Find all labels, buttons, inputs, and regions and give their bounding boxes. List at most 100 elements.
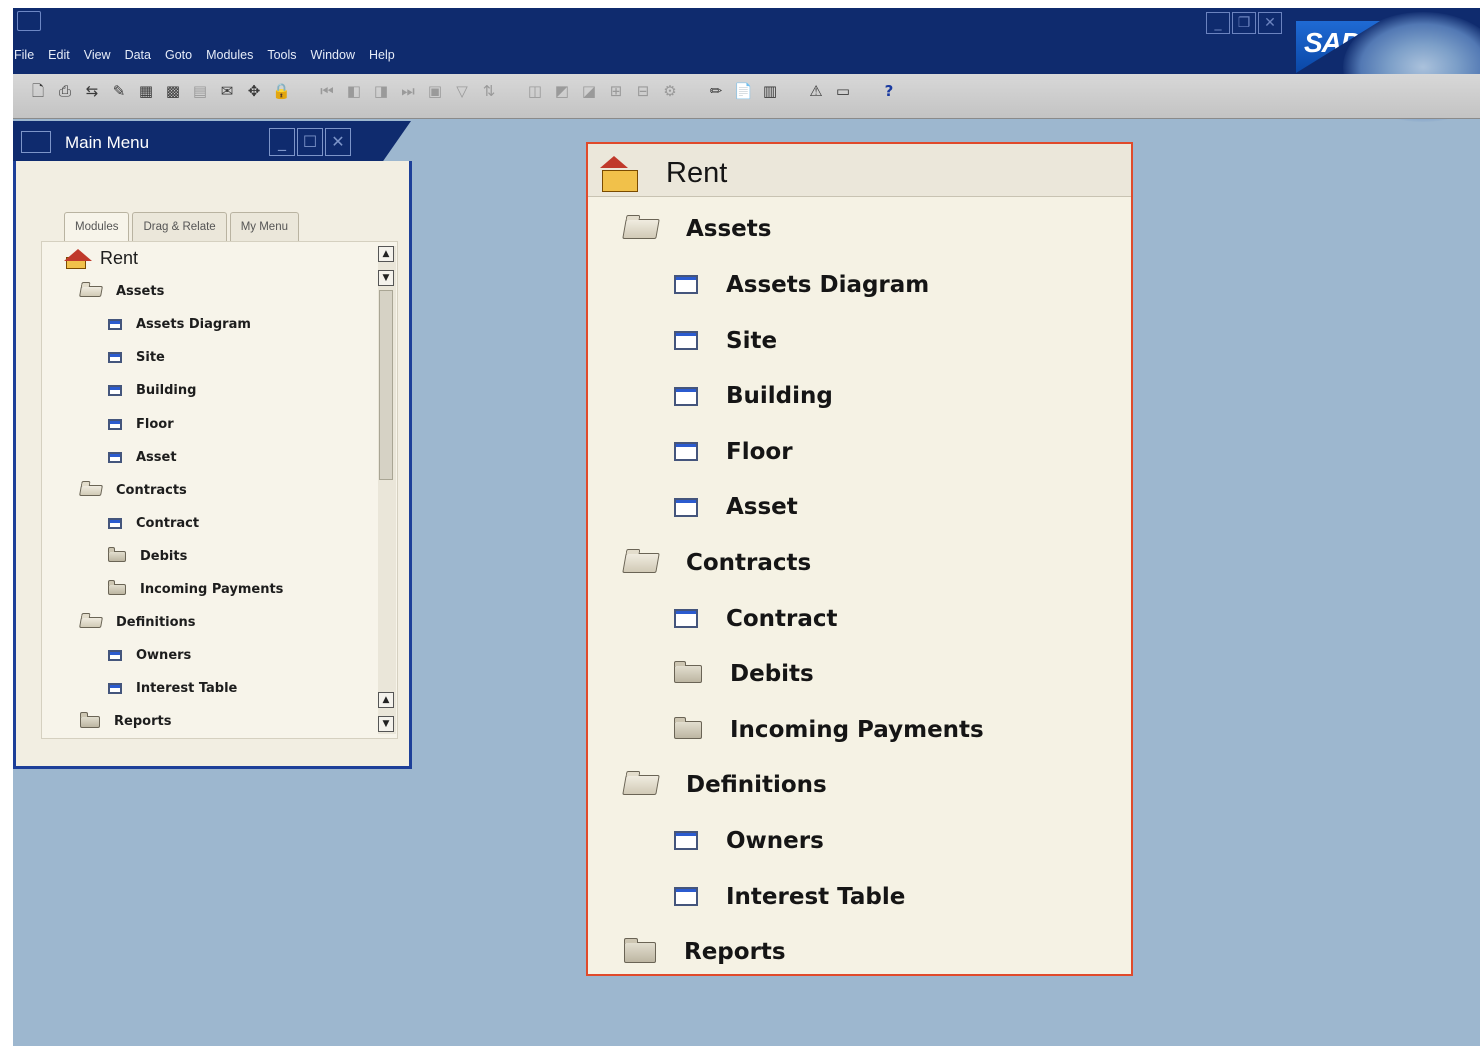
maximize-icon[interactable]: ☐: [297, 128, 323, 156]
tree-item-reports[interactable]: Reports: [80, 705, 171, 738]
tree-item-incoming-payments[interactable]: Incoming Payments: [108, 573, 283, 606]
tree-item-assets-diagram[interactable]: Assets Diagram: [108, 308, 251, 341]
tree-item-label: Contracts: [116, 482, 187, 498]
tree-item-owners[interactable]: Owners: [674, 813, 824, 869]
tree-item-site[interactable]: Site: [108, 341, 165, 374]
scroll-down-icon[interactable]: ▼: [378, 716, 394, 732]
tree-item-label: Rent: [100, 248, 139, 269]
title-bar: File Edit View Data Goto Modules Tools W…: [13, 8, 1480, 122]
edit-icon[interactable]: ✏: [707, 82, 725, 100]
word-icon[interactable]: ▤: [191, 82, 209, 100]
tree-item-label: Asset: [136, 449, 177, 465]
tree-item-contract[interactable]: Contract: [674, 591, 838, 647]
tree-item-reports[interactable]: Reports: [624, 924, 786, 980]
print-icon[interactable]: ⎙: [56, 82, 74, 100]
menu-help[interactable]: Help: [368, 48, 396, 70]
tab-drag-relate[interactable]: Drag & Relate: [132, 212, 227, 241]
form-icon: [108, 319, 122, 331]
find-icon[interactable]: ▣: [426, 82, 444, 100]
message-icon[interactable]: ▭: [834, 82, 852, 100]
menu-modules[interactable]: Modules: [205, 48, 254, 70]
attach-icon[interactable]: ✎: [110, 82, 128, 100]
tree-item-assets[interactable]: Assets: [79, 275, 165, 308]
menu-file[interactable]: File: [13, 48, 35, 70]
tree-item-site[interactable]: Site: [674, 313, 777, 369]
layout-icon[interactable]: ▥: [761, 82, 779, 100]
gross-profit-icon[interactable]: ◫: [526, 82, 544, 100]
main-menu-title-bar[interactable]: Main Menu _ ☐ ✕: [13, 121, 411, 161]
minimize-icon[interactable]: _: [269, 128, 295, 156]
toolbar-gap: [861, 82, 871, 100]
tree-item-rent[interactable]: Rent: [600, 146, 727, 202]
scroll-up-icon[interactable]: ▲: [378, 246, 394, 262]
tree-item-rent[interactable]: Rent: [64, 242, 139, 275]
preview-icon[interactable]: 🗋: [29, 82, 47, 100]
tree-item-assets[interactable]: Assets: [622, 202, 771, 258]
tree-item-floor[interactable]: Floor: [108, 408, 174, 441]
tree-item-building[interactable]: Building: [674, 368, 833, 424]
menu-data[interactable]: Data: [124, 48, 152, 70]
close-icon[interactable]: ✕: [325, 128, 351, 156]
connect-icon[interactable]: ⇆: [83, 82, 101, 100]
open-folder-icon: [79, 484, 103, 496]
tree-item-building[interactable]: Building: [108, 374, 196, 407]
open-folder-icon: [79, 286, 103, 298]
tree-item-debits[interactable]: Debits: [108, 540, 187, 573]
tree-item-asset[interactable]: Asset: [108, 441, 177, 474]
prev-record-icon[interactable]: ◧: [345, 82, 363, 100]
tree-item-definitions[interactable]: Definitions: [79, 606, 196, 639]
next-record-icon[interactable]: ◨: [372, 82, 390, 100]
menu-edit[interactable]: Edit: [47, 48, 71, 70]
tree-item-owners[interactable]: Owners: [108, 639, 191, 672]
excel-icon[interactable]: ▩: [164, 82, 182, 100]
tree-item-debits[interactable]: Debits: [674, 646, 814, 702]
report-icon[interactable]: 📄: [734, 82, 753, 100]
alert-icon[interactable]: ⚠: [807, 82, 825, 100]
app-icon[interactable]: [17, 11, 41, 31]
scroll-up-icon[interactable]: ▲: [378, 692, 394, 708]
tab-my-menu[interactable]: My Menu: [229, 212, 299, 241]
menu-tools[interactable]: Tools: [266, 48, 297, 70]
tree-item-floor[interactable]: Floor: [674, 424, 793, 480]
tree-item-interest-table[interactable]: Interest Table: [674, 869, 905, 925]
restore-icon[interactable]: ❐: [1232, 12, 1256, 34]
sort-icon[interactable]: ⇅: [480, 82, 498, 100]
first-record-icon[interactable]: ⏮: [318, 82, 336, 100]
last-record-icon[interactable]: ⏭: [399, 82, 417, 100]
journal-icon[interactable]: ⊞: [607, 82, 625, 100]
tree-item-label: Assets: [116, 284, 165, 300]
send-icon[interactable]: ✉: [218, 82, 236, 100]
tree-item-label: Definitions: [686, 772, 827, 799]
scroll-down-icon[interactable]: ▼: [378, 270, 394, 286]
main-menu-window: Main Menu _ ☐ ✕ Modules Drag & Relate My…: [13, 121, 413, 771]
window-controls: _ ❐ ✕: [1206, 12, 1282, 34]
tree-scrollbar[interactable]: ▲ ▼ ▲ ▼: [378, 246, 396, 734]
tree-item-contracts[interactable]: Contracts: [79, 474, 187, 507]
tree-item-interest-table[interactable]: Interest Table: [108, 672, 237, 705]
menu-view[interactable]: View: [83, 48, 112, 70]
menu-goto[interactable]: Goto: [164, 48, 193, 70]
base-doc-icon[interactable]: ◩: [553, 82, 571, 100]
minimize-icon[interactable]: _: [1206, 12, 1230, 34]
import-icon[interactable]: ▦: [137, 82, 155, 100]
tree-item-contract[interactable]: Contract: [108, 507, 199, 540]
form-icon: [674, 831, 698, 851]
form-icon: [108, 683, 122, 695]
scroll-thumb[interactable]: [379, 290, 393, 480]
filter-icon[interactable]: ▽: [453, 82, 471, 100]
tree-item-asset[interactable]: Asset: [674, 480, 798, 536]
settings-icon[interactable]: ⚙: [661, 82, 679, 100]
help-icon[interactable]: ?: [880, 82, 898, 100]
tree-item-definitions[interactable]: Definitions: [622, 758, 827, 814]
target-doc-icon[interactable]: ◪: [580, 82, 598, 100]
pick-icon[interactable]: ✥: [245, 82, 263, 100]
tab-modules[interactable]: Modules: [64, 212, 130, 241]
menu-window[interactable]: Window: [310, 48, 356, 70]
trans-icon[interactable]: ⊟: [634, 82, 652, 100]
close-icon[interactable]: ✕: [1258, 12, 1282, 34]
tree-item-incoming-payments[interactable]: Incoming Payments: [674, 702, 984, 758]
tree-item-assets-diagram[interactable]: Assets Diagram: [674, 257, 929, 313]
folder-icon: [80, 711, 100, 728]
tree-item-contracts[interactable]: Contracts: [622, 535, 811, 591]
lock-icon[interactable]: 🔒: [272, 82, 291, 100]
